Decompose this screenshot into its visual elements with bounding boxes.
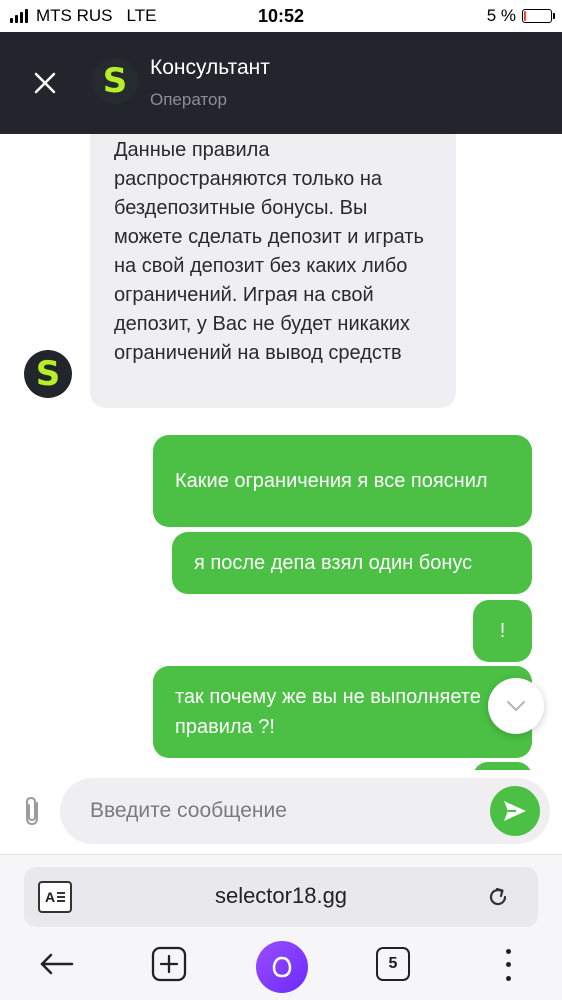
status-time: 10:52 (257, 6, 305, 26)
message-list[interactable]: Данные правила распространяются только н… (0, 134, 562, 770)
outgoing-message: я после депа взял один бонус (172, 532, 532, 594)
reload-button[interactable] (484, 883, 512, 911)
battery-percent: 5 % (486, 6, 516, 25)
composer (0, 770, 562, 854)
battery-icon (522, 9, 555, 23)
close-button[interactable] (28, 66, 62, 100)
alice-assistant-button[interactable] (256, 941, 308, 993)
outgoing-message-partial (473, 762, 532, 770)
more-dot (505, 949, 511, 955)
message-input-container (60, 778, 550, 844)
address-bar[interactable]: A selector18.gg (24, 867, 538, 927)
battery-level (524, 11, 526, 21)
arrow-left-icon (40, 953, 74, 975)
browser-nav: 5 (0, 939, 562, 997)
url-text: selector18.gg (214, 883, 348, 908)
close-icon (34, 72, 56, 94)
chat-header: S Консультант Оператор (0, 32, 562, 134)
message-text: так почему же вы не выполняете правила ?… (175, 686, 481, 738)
message-text: Какие ограничения я все пояснил (175, 470, 488, 492)
chat-title: Консультант (150, 56, 270, 79)
chat-subtitle: Оператор (150, 90, 227, 109)
status-bar: MTS RUS LTE 10:52 5 % (0, 0, 562, 32)
alice-icon (272, 956, 292, 978)
incoming-message: Данные правила распространяются только н… (90, 134, 456, 408)
reload-icon (489, 887, 507, 906)
message-text: ! (499, 620, 506, 642)
plus-square-icon (151, 946, 187, 982)
more-dot (505, 975, 511, 981)
tabs-counter-button[interactable]: 5 (376, 947, 410, 981)
paperclip-icon (26, 796, 38, 826)
status-right: 5 % (486, 6, 555, 26)
more-menu-button[interactable] (500, 945, 516, 985)
send-button[interactable] (490, 786, 540, 836)
attach-button[interactable] (18, 794, 46, 828)
new-tab-button[interactable] (150, 945, 188, 983)
consultant-avatar: S (92, 58, 138, 104)
outgoing-message: ! (473, 600, 532, 662)
chevron-down-icon (506, 700, 526, 712)
operator-avatar: S (24, 350, 72, 398)
outgoing-message: так почему же вы не выполняете правила ?… (153, 666, 532, 758)
outgoing-message: Какие ограничения я все пояснил (153, 435, 532, 527)
back-button[interactable] (38, 945, 76, 983)
browser-toolbar: A selector18.gg 5 (0, 854, 562, 1000)
scroll-down-button[interactable] (488, 678, 544, 734)
message-text: я после депа взял один бонус (194, 552, 473, 574)
send-icon (504, 801, 526, 821)
message-input[interactable] (90, 778, 480, 844)
more-dot (505, 962, 511, 968)
